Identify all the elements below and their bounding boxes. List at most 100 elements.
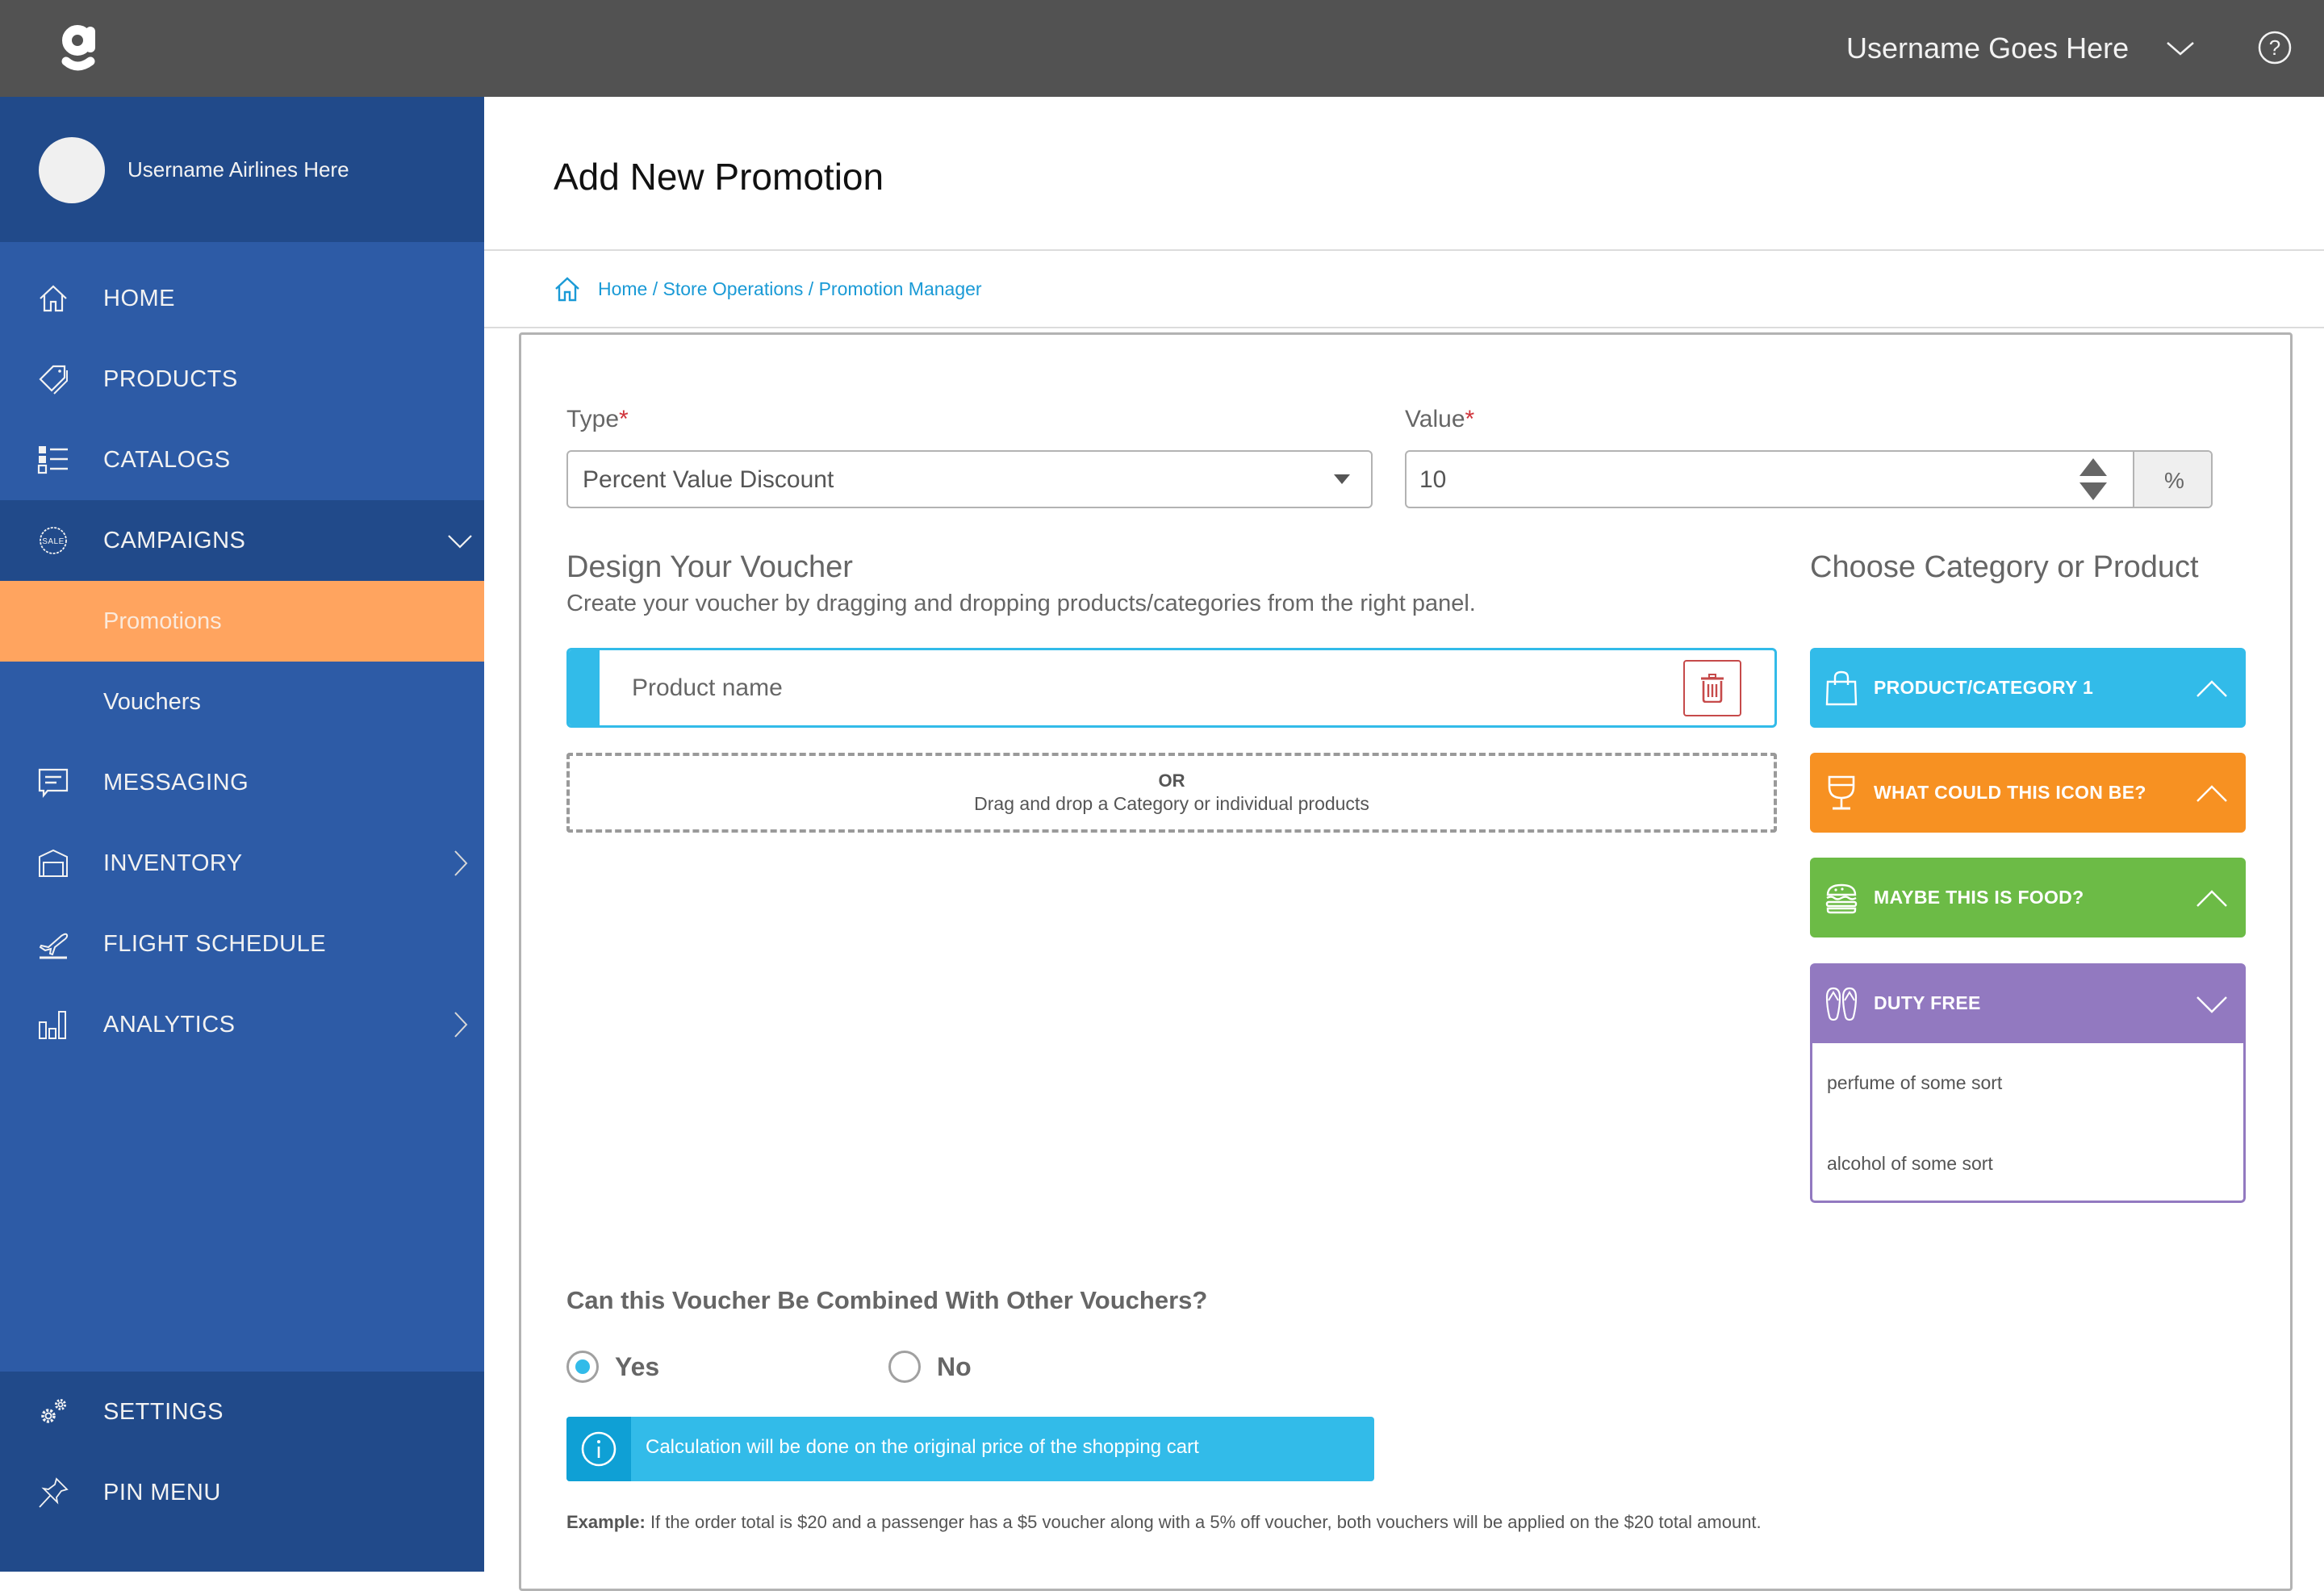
tag-icon	[39, 365, 68, 395]
sidebar-item-label: CAMPAIGNS	[103, 527, 246, 553]
sidebar-item-label: Vouchers	[103, 688, 201, 715]
promotion-form-panel	[519, 332, 2293, 1591]
sidebar-item-products[interactable]: PRODUCTS	[0, 339, 484, 420]
chevron-down-icon[interactable]	[2194, 988, 2230, 1020]
pushpin-icon	[39, 1477, 69, 1508]
design-voucher-subtitle: Create your voucher by dragging and drop…	[566, 591, 1476, 616]
product-name: Product name	[632, 674, 783, 701]
username: Username Goes Here	[1846, 31, 2130, 65]
sidebar-item-messaging[interactable]: MESSAGING	[0, 742, 484, 823]
page-title: Add New Promotion	[554, 156, 884, 198]
chevron-down-icon[interactable]	[2163, 32, 2198, 65]
category-card-header[interactable]: WHAT COULD THIS ICON BE?	[1810, 753, 2246, 833]
user-menu[interactable]: Username Goes Here	[1846, 24, 2129, 73]
radio-yes-label[interactable]: Yes	[615, 1352, 659, 1382]
category-product-item[interactable]: perfume of some sort	[1827, 1072, 2002, 1094]
voucher-dropzone[interactable]: OR Drag and drop a Category or individua…	[566, 753, 1777, 833]
category-card-header[interactable]: PRODUCT/CATEGORY 1	[1810, 648, 2246, 728]
gears-icon	[41, 1399, 66, 1423]
sidebar-item-label: INVENTORY	[103, 850, 243, 876]
sidebar-item-label: CATALOGS	[103, 446, 231, 473]
caret-down-icon	[1334, 474, 1350, 484]
svg-text:?: ?	[2269, 35, 2280, 60]
category-card-duty-free[interactable]: DUTY FREE perfume of some sort alcohol o…	[1810, 963, 2246, 1203]
sidebar-item-analytics[interactable]: ANALYTICS	[0, 984, 484, 1065]
home-icon[interactable]	[554, 275, 581, 303]
type-select-value: Percent Value Discount	[583, 466, 834, 493]
info-icon	[581, 1431, 617, 1467]
avatar[interactable]	[39, 137, 105, 203]
breadcrumb-separator: /	[803, 278, 819, 299]
spin-up-icon[interactable]	[2079, 458, 2107, 476]
category-label: MAYBE THIS IS FOOD?	[1874, 887, 2084, 908]
delete-product-button[interactable]	[1683, 660, 1741, 716]
breadcrumb-store-operations[interactable]: Store Operations	[663, 278, 804, 299]
chevron-right-icon[interactable]	[445, 849, 474, 878]
design-voucher-title: Design Your Voucher	[566, 550, 853, 584]
combine-question: Can this Voucher Be Combined With Other …	[566, 1286, 1208, 1314]
chevron-up-icon[interactable]	[2194, 672, 2230, 704]
info-alert: Calculation will be done on the original…	[566, 1417, 1374, 1481]
choose-category-title: Choose Category or Product	[1810, 550, 2199, 584]
value-label-text: Value	[1405, 406, 1465, 432]
burger-icon	[1825, 883, 1858, 914]
sidebar-item-inventory[interactable]: INVENTORY	[0, 823, 484, 904]
drag-handle[interactable]	[569, 650, 600, 725]
sidebar-item-label: Promotions	[103, 608, 222, 634]
radio-no-label[interactable]: No	[937, 1352, 972, 1382]
chevron-up-icon[interactable]	[2194, 882, 2230, 914]
radio-no[interactable]	[888, 1351, 921, 1383]
sidebar: Username Airlines Here HOME PRODUCTS CAT…	[0, 97, 484, 1572]
title-bar: Add New Promotion	[484, 97, 2324, 251]
percent-addon: %	[2133, 452, 2211, 507]
help-circle-icon[interactable]: ?	[2256, 29, 2293, 66]
top-bar: Username Goes Here ?	[0, 0, 2324, 97]
dropzone-or: OR	[1158, 770, 1185, 791]
warehouse-icon	[39, 849, 68, 877]
breadcrumb-separator: /	[647, 278, 663, 299]
radio-yes[interactable]	[566, 1351, 599, 1383]
sidebar-item-label: MESSAGING	[103, 769, 249, 796]
sidebar-item-label: FLIGHT SCHEDULE	[103, 930, 327, 957]
voucher-product-row[interactable]: Product name	[566, 648, 1777, 728]
category-product-item[interactable]: alcohol of some sort	[1827, 1153, 1993, 1175]
required-mark: *	[1465, 406, 1475, 432]
sidebar-item-flight-schedule[interactable]: FLIGHT SCHEDULE	[0, 904, 484, 984]
category-card-maybe-this-is-food[interactable]: MAYBE THIS IS FOOD?	[1810, 858, 2246, 937]
sidebar-item-label: PRODUCTS	[103, 365, 238, 392]
category-card-header[interactable]: MAYBE THIS IS FOOD?	[1810, 858, 2246, 937]
chevron-right-icon[interactable]	[445, 1010, 474, 1039]
message-icon	[38, 768, 69, 799]
type-select[interactable]: Percent Value Discount	[566, 450, 1373, 508]
category-card-product-category-1[interactable]: PRODUCT/CATEGORY 1	[1810, 648, 2246, 728]
chevron-up-icon[interactable]	[2194, 777, 2230, 809]
breadcrumb-home[interactable]: Home	[598, 278, 647, 299]
trash-icon	[1701, 674, 1724, 703]
category-card-body: perfume of some sort alcohol of some sor…	[1810, 1043, 2246, 1203]
sidebar-item-catalogs[interactable]: CATALOGS	[0, 420, 484, 500]
breadcrumb-promotion-manager[interactable]: Promotion Manager	[819, 278, 982, 299]
sidebar-item-promotions[interactable]: Promotions	[0, 581, 484, 662]
g-logo-icon[interactable]	[61, 24, 97, 74]
sidebar-item-settings[interactable]: SETTINGS	[0, 1372, 484, 1452]
dropzone-hint: Drag and drop a Category or individual p…	[974, 793, 1369, 814]
sidebar-item-pin-menu[interactable]: PIN MENU	[0, 1452, 484, 1533]
sidebar-bottom: SETTINGS PIN MENU	[0, 1372, 484, 1572]
value-input-text[interactable]: 10	[1419, 466, 1446, 494]
value-input[interactable]: 10 %	[1405, 450, 2213, 508]
breadcrumb-bar: Home / Store Operations / Promotion Mana…	[484, 251, 2324, 328]
spin-down-icon[interactable]	[2079, 482, 2107, 500]
sidebar-item-campaigns[interactable]: SALE CAMPAIGNS	[0, 500, 484, 581]
sidebar-item-home[interactable]: HOME	[0, 258, 484, 339]
sidebar-item-vouchers[interactable]: Vouchers	[0, 662, 484, 742]
example-note: Example: If the order total is $20 and a…	[566, 1512, 1762, 1533]
wine-glass-icon	[1828, 775, 1855, 810]
chevron-down-icon[interactable]	[445, 526, 474, 555]
bar-chart-icon	[39, 1011, 66, 1039]
info-alert-icon-area	[566, 1417, 631, 1481]
svg-text:SALE: SALE	[42, 537, 65, 546]
category-card-what-could-this-icon-be[interactable]: WHAT COULD THIS ICON BE?	[1810, 753, 2246, 833]
category-card-header[interactable]: DUTY FREE	[1810, 963, 2246, 1043]
sidebar-item-label: ANALYTICS	[103, 1011, 236, 1038]
shopping-bag-icon	[1825, 670, 1858, 706]
